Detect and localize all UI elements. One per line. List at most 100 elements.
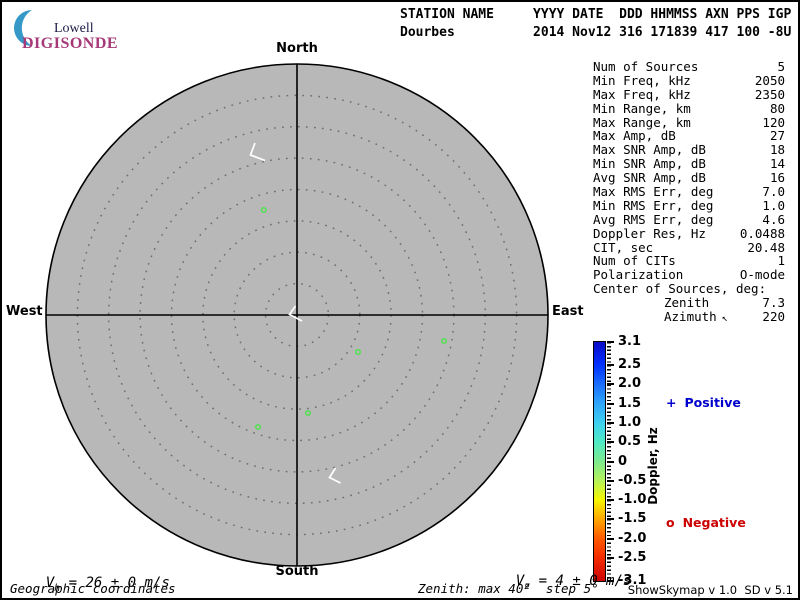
colorbar-tick [607, 499, 614, 502]
stat-value: 14 [769, 156, 785, 172]
colorbar-tick [607, 479, 614, 482]
header-col-label: DDD [619, 7, 643, 22]
stat-row: Avg RMS Err, deg 4.6 [593, 211, 785, 227]
stat-value: 27 [769, 128, 785, 144]
stat-row: Min Freq, kHz 2050 [593, 72, 785, 88]
stat-label: Azimuth [664, 309, 717, 325]
colorbar-tick [607, 383, 614, 386]
header-col-value: 171839 [650, 25, 698, 40]
stat-row: Max Freq, kHz 2350 [593, 86, 785, 102]
stat-row: Min Range, km 80 [593, 100, 785, 116]
stat-value: 1.0 [762, 197, 785, 213]
stat-label: Max Range, km [593, 114, 691, 130]
header-col-label: PPS [736, 7, 760, 22]
stat-label: Min Range, km [593, 100, 691, 116]
colorbar-tick-label: 0.5 [618, 434, 642, 450]
header-col-value: Dourbes [400, 25, 455, 40]
colorbar-tick [607, 460, 614, 463]
legend-positive: + Positive [666, 395, 741, 410]
colorbar-tick-label: -2.0 [618, 530, 647, 546]
header-col-value: 316 [619, 25, 643, 40]
colorbar-tick [607, 364, 614, 367]
stat-label: Zenith [664, 295, 710, 311]
colorbar-tick-label: 0 [618, 453, 628, 469]
colorbar-tick [607, 537, 614, 540]
stat-row: Max RMS Err, deg 7.0 [593, 185, 785, 199]
legend-negative-label: Negative [682, 515, 746, 530]
stat-label: CIT, sec [593, 239, 654, 255]
stat-value: 2350 [754, 86, 785, 102]
stat-label: Min SNR Amp, dB [593, 156, 706, 172]
skymap-layers [45, 63, 549, 567]
stat-value: 7.3 [762, 295, 785, 311]
header-col-label: AXN [705, 7, 729, 22]
stat-label: Max SNR Amp, dB [593, 142, 706, 158]
stat-label: Max Freq, kHz [593, 86, 691, 102]
stat-value: O-mode [739, 267, 785, 283]
stat-value: 18 [769, 142, 785, 158]
stat-row: Max Amp, dB 27 [593, 129, 785, 143]
circle-icon: o [666, 515, 675, 530]
header-table: STATION NAME YYYY DATE DDD HHMMSS AXN PPS IGP … [400, 6, 791, 42]
colorbar-gradient [593, 341, 606, 582]
zenith-range-note: Zenith: max 40° step 5° [418, 581, 599, 596]
software-version-label: ShowSkymap v 1.0 SD v 5.1 [627, 583, 793, 597]
colorbar-tick-label: -1.0 [618, 491, 647, 507]
stat-row: Center of Sources, deg: [593, 282, 785, 296]
stat-value: 0.0488 [739, 225, 785, 241]
stat-row: Max SNR Amp, dB 18 [593, 143, 785, 157]
stat-value: 220 [762, 309, 785, 325]
stat-label: Doppler Res, Hz [593, 225, 706, 241]
colorbar-tick [607, 518, 614, 521]
stat-value: 20.48 [747, 239, 785, 255]
logo-digisonde-text: DIGISONDE [22, 35, 119, 52]
colorbar-axis-label: Doppler, Hz [646, 427, 660, 505]
header-row-values: Dourbes 2014 Nov12 316 171839 417 100 -8U [400, 24, 791, 42]
header-col-value: 417 [705, 25, 729, 40]
stat-label: Avg SNR Amp, dB [593, 170, 706, 186]
stat-label: Max RMS Err, deg [593, 184, 714, 200]
header-col-value: -8U [767, 25, 792, 40]
stat-row: Polarization O-mode [593, 268, 785, 282]
colorbar-tick [607, 421, 614, 424]
legend-positive-label: Positive [684, 395, 741, 410]
compass-north-label: North [276, 41, 318, 56]
skymap-plot [45, 63, 549, 567]
stat-value: 4.6 [762, 211, 785, 227]
stat-row: Num of CITs 1 [593, 254, 785, 268]
header-col-label: HHMMSS [650, 7, 698, 22]
stats-panel: Num of Sources 5 Min Freq, kHz 2050 Max Freq… [593, 60, 785, 324]
colorbar-tick [607, 341, 614, 343]
stat-row: Min RMS Err, deg 1.0 [593, 199, 785, 213]
stat-value: 16 [769, 170, 785, 186]
colorbar-tick-label: 3.1 [618, 333, 642, 349]
stat-value: 80 [769, 100, 785, 116]
stat-label: Min Freq, kHz [593, 72, 691, 88]
lowell-digisonde-logo: Lowell DIGISONDE [8, 6, 128, 52]
stat-label: Polarization [593, 267, 684, 283]
colorbar-tick-label: 2.5 [618, 357, 642, 373]
stat-row: Doppler Res, Hz 0.0488 [593, 225, 785, 241]
stat-label: Max Amp, dB [593, 128, 676, 144]
colorbar-tick-label: 1.5 [618, 395, 642, 411]
stat-value: 1 [777, 253, 785, 269]
stat-label: Num of Sources [593, 59, 699, 74]
compass-east-label: East [552, 304, 584, 319]
stat-label: Num of CITs [593, 253, 676, 269]
compass-west-label: West [6, 304, 43, 319]
stat-label: Min RMS Err, deg [593, 197, 714, 213]
header-col-label: YYYY DATE [533, 7, 604, 22]
stat-row: Num of Sources 5 [593, 60, 785, 74]
stat-value: 7.0 [762, 184, 785, 200]
colorbar-tick-label: 1.0 [618, 414, 642, 430]
stat-row: Max Range, km 120 [593, 114, 785, 130]
colorbar-tick-label: 2.0 [618, 376, 642, 392]
stat-row: Azimuth ↖ 220 [593, 310, 785, 324]
legend-negative: o Negative [666, 515, 746, 530]
header-col-value: 100 [736, 25, 760, 40]
header-row-labels: STATION NAME YYYY DATE DDD HHMMSS AXN PPS IGP [400, 6, 791, 24]
stat-row: CIT, sec 20.48 [593, 239, 785, 255]
stat-label: Center of Sources, deg: [593, 281, 767, 297]
stat-row: Avg SNR Amp, dB 16 [593, 171, 785, 185]
colorbar-tick-label: -0.5 [618, 472, 647, 488]
